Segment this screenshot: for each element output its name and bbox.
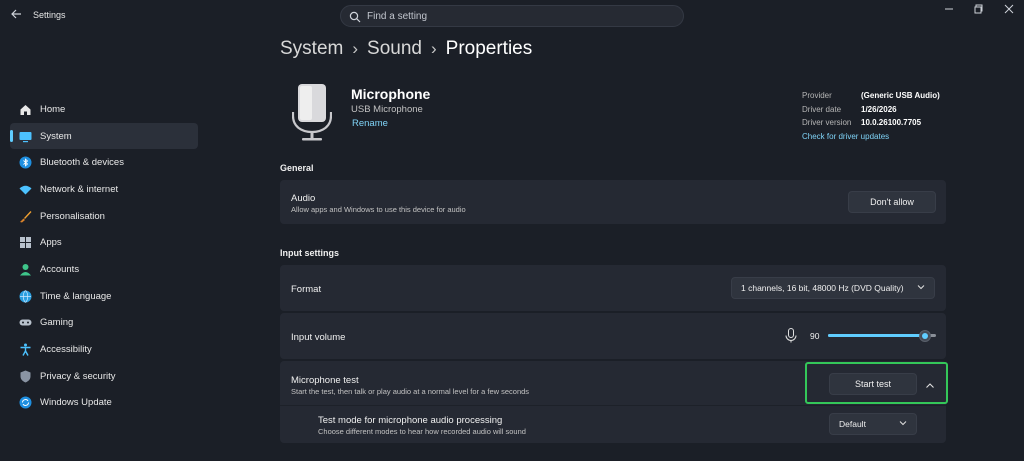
microphone-test-title: Microphone test — [291, 375, 359, 386]
sidebar-item-label: Bluetooth & devices — [40, 157, 124, 169]
provider-value: (Generic USB Audio) — [861, 91, 940, 101]
section-input-title: Input settings — [280, 248, 339, 258]
shield-icon — [18, 369, 32, 383]
provider-label: Provider — [802, 91, 832, 101]
sidebar-item-windows-update[interactable]: Windows Update — [10, 390, 198, 417]
input-volume-title: Input volume — [291, 332, 346, 343]
minimize-icon[interactable] — [938, 4, 960, 18]
sidebar-item-gaming[interactable]: Gaming — [10, 310, 198, 337]
driver-version-label: Driver version — [802, 118, 852, 128]
driver-date-label: Driver date — [802, 104, 842, 114]
bluetooth-icon — [18, 156, 32, 170]
wifi-icon — [18, 182, 32, 196]
sidebar-item-system[interactable]: System — [10, 122, 198, 150]
app-title: Settings — [33, 10, 66, 20]
search-box[interactable] — [340, 5, 684, 27]
breadcrumb-sound[interactable]: Sound — [367, 38, 422, 59]
sidebar-item-accounts[interactable]: Accounts — [10, 256, 198, 283]
breadcrumb: System › Sound › Properties — [280, 38, 532, 60]
sidebar-item-label: Accessibility — [40, 344, 92, 356]
sidebar-item-label: Apps — [40, 237, 62, 249]
page-title: Properties — [445, 38, 533, 59]
sidebar-item-label: Network & internet — [40, 183, 119, 195]
microphone-small-icon[interactable] — [785, 328, 797, 348]
globe-icon — [18, 289, 32, 303]
audio-description: Allow apps and Windows to use this devic… — [291, 205, 466, 214]
accounts-icon — [18, 262, 32, 276]
test-mode-dropdown[interactable]: Default — [829, 413, 917, 435]
divider — [280, 405, 946, 406]
format-title: Format — [291, 284, 322, 295]
sidebar-item-privacy[interactable]: Privacy & security — [10, 363, 198, 390]
update-icon — [18, 396, 32, 410]
slider-fill — [828, 334, 926, 337]
device-type: USB Microphone — [351, 104, 423, 115]
sidebar-item-label: Personalisation — [40, 210, 105, 222]
slider-thumb[interactable] — [919, 329, 932, 342]
brush-icon — [18, 209, 32, 223]
chevron-down-icon — [917, 283, 925, 293]
search-input[interactable] — [367, 8, 667, 24]
sidebar-item-personalisation[interactable]: Personalisation — [10, 203, 198, 230]
format-value: 1 channels, 16 bit, 48000 Hz (DVD Qualit… — [741, 283, 904, 293]
title-bar: Settings — [0, 0, 1024, 32]
system-icon — [18, 129, 32, 143]
sidebar-item-bluetooth[interactable]: Bluetooth & devices — [10, 149, 198, 176]
format-card: Format 1 channels, 16 bit, 48000 Hz (DVD… — [280, 265, 946, 311]
search-icon — [349, 10, 361, 28]
sidebar-item-time-language[interactable]: Time & language — [10, 283, 198, 310]
format-dropdown[interactable]: 1 channels, 16 bit, 48000 Hz (DVD Qualit… — [731, 277, 935, 299]
sidebar-item-label: Time & language — [40, 290, 112, 302]
start-test-highlight — [805, 362, 948, 404]
home-icon — [18, 102, 32, 116]
driver-version-value: 10.0.26100.7705 — [861, 118, 922, 128]
close-icon[interactable] — [998, 4, 1020, 18]
driver-date-value: 1/26/2026 — [861, 104, 897, 114]
sidebar-item-network[interactable]: Network & internet — [10, 176, 198, 203]
check-driver-updates-link[interactable]: Check for driver updates — [802, 130, 940, 143]
microphone-test-description: Start the test, then talk or play audio … — [291, 387, 530, 396]
audio-title: Audio — [291, 193, 316, 204]
input-volume-card: Input volume 90 — [280, 313, 946, 359]
sidebar-item-label: Accounts — [40, 263, 80, 275]
driver-info: Provider (Generic USB Audio) Driver date 1… — [802, 89, 940, 143]
sidebar-item-label: Home — [40, 103, 66, 115]
sidebar-item-label: Windows Update — [40, 397, 112, 409]
apps-icon — [18, 236, 32, 250]
maximize-icon[interactable] — [968, 4, 990, 18]
sidebar-item-label: Privacy & security — [40, 370, 116, 382]
sidebar-item-accessibility[interactable]: Accessibility — [10, 336, 198, 363]
sidebar-nav: Home System Bluetooth & devices Network … — [10, 96, 198, 416]
section-general-title: General — [280, 163, 314, 173]
breadcrumb-system[interactable]: System — [280, 38, 343, 59]
chevron-right-icon: › — [352, 39, 359, 58]
test-mode-value: Default — [839, 419, 866, 429]
test-mode-description: Choose different modes to hear how recor… — [318, 427, 526, 436]
microphone-icon — [291, 82, 333, 147]
device-name: Microphone — [351, 86, 431, 102]
sidebar-item-apps[interactable]: Apps — [10, 229, 198, 256]
rename-link[interactable]: Rename — [352, 118, 388, 129]
chevron-right-icon: › — [430, 39, 437, 58]
accessibility-icon — [18, 343, 32, 357]
audio-card: Audio Allow apps and Windows to use this… — [280, 180, 946, 224]
input-volume-value: 90 — [810, 331, 820, 341]
test-mode-title: Test mode for microphone audio processin… — [318, 415, 503, 426]
sidebar-item-label: Gaming — [40, 317, 74, 329]
back-arrow-icon[interactable] — [8, 8, 24, 24]
sidebar-item-label: System — [40, 130, 72, 142]
dont-allow-button[interactable]: Don't allow — [848, 191, 936, 213]
chevron-down-icon — [899, 419, 907, 429]
gamepad-icon — [18, 316, 32, 330]
sidebar-item-home[interactable]: Home — [10, 96, 198, 123]
